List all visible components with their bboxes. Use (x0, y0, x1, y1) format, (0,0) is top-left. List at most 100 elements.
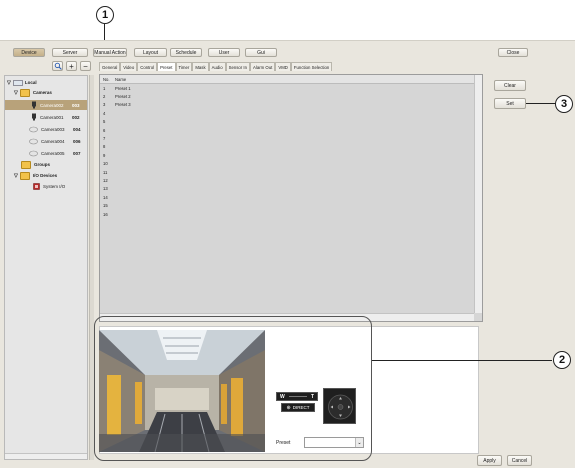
dome-camera-icon (29, 126, 38, 132)
row-number: 14 (103, 194, 108, 200)
preset-name: Preset 3 (115, 102, 131, 108)
device-button[interactable]: Device (13, 48, 45, 57)
tree-horizontal-scrollbar[interactable] (5, 453, 87, 459)
camera-id: 003 (72, 102, 80, 108)
tab-mask[interactable]: Mask (192, 62, 209, 71)
row-number: 10 (103, 161, 108, 167)
server-button[interactable]: Server (52, 48, 88, 57)
row-number: 3 (103, 102, 106, 108)
set-button[interactable]: Set (494, 98, 526, 109)
tab-alarm-out[interactable]: Alarm Out (250, 62, 276, 71)
table-row[interactable]: 9 (100, 151, 115, 159)
tree-item-camera004[interactable]: Camera004 006 (5, 136, 87, 146)
callout-1: 1 (96, 6, 114, 24)
folder-icon (19, 88, 30, 97)
dome-camera-icon (29, 150, 38, 156)
cancel-button[interactable]: Cancel (507, 455, 532, 466)
tab-timer[interactable]: Timer (175, 62, 193, 71)
tree-node-groups[interactable]: Groups (21, 160, 50, 169)
preset-table[interactable]: No. Name 1 Preset 1 2 Preset 2 3 Preset 3 4 5 6 7… (99, 74, 483, 322)
row-number: 1 (103, 85, 106, 91)
schedule-button[interactable]: Schedule (170, 48, 202, 57)
table-row[interactable]: 5 (100, 118, 115, 126)
apply-button[interactable]: Apply (477, 455, 502, 466)
table-row[interactable]: 4 (100, 109, 115, 117)
expand-arrow-icon: ▽ (14, 172, 18, 179)
tree-item-camera001[interactable]: Camera001 002 (5, 112, 87, 122)
row-number: 2 (103, 93, 106, 99)
gui-button[interactable]: Gui (245, 48, 277, 57)
row-number: 16 (103, 211, 108, 217)
row-number: 15 (103, 203, 108, 209)
close-button[interactable]: Close (498, 48, 528, 57)
row-number: 8 (103, 144, 106, 150)
camera-id: 002 (72, 114, 80, 120)
callout-3-line (526, 103, 556, 104)
folder-icon (21, 160, 31, 169)
table-row[interactable]: 3 Preset 3 (100, 101, 131, 109)
row-number: 9 (103, 152, 106, 158)
tree-label-local: Local (24, 80, 37, 85)
camera-icon (32, 101, 36, 109)
device-tree[interactable]: ▽ Local ▽ Cameras Camera002 003 Camera00… (4, 75, 88, 460)
layout-button[interactable]: Layout (134, 48, 167, 57)
table-row[interactable]: 6 (100, 126, 115, 134)
table-row[interactable]: 15 (100, 202, 115, 210)
row-number: 7 (103, 135, 106, 141)
table-vertical-scrollbar[interactable] (474, 75, 482, 313)
table-header: No. Name (100, 75, 474, 84)
tab-audio[interactable]: Audio (208, 62, 226, 71)
table-row[interactable]: 7 (100, 134, 115, 142)
tab-video[interactable]: Video (120, 62, 138, 71)
table-row[interactable]: 13 (100, 185, 115, 193)
preset-name: Preset 1 (115, 85, 131, 91)
table-row[interactable]: 10 (100, 160, 115, 168)
camera-icon (32, 113, 36, 121)
tab-control[interactable]: Control (137, 62, 158, 71)
table-row[interactable]: 1 Preset 1 (100, 84, 131, 92)
tree-item-system-io[interactable]: System I/O (33, 182, 65, 191)
callout-2: 2 (553, 351, 571, 369)
tab-general[interactable]: General (99, 62, 121, 71)
expand-arrow-icon: ▽ (7, 79, 11, 86)
table-row[interactable]: 2 Preset 2 (100, 92, 131, 100)
tree-node-local[interactable]: ▽ Local (7, 78, 37, 87)
tree-label-io-devices: I/O Devices (32, 173, 58, 178)
minus-icon: − (83, 61, 88, 71)
camera-id: 007 (73, 150, 81, 156)
table-row[interactable]: 14 (100, 193, 115, 201)
camera-name: Camera003 (41, 126, 65, 132)
remove-device-button[interactable]: − (80, 61, 91, 71)
camera-name: Camera001 (40, 114, 64, 120)
tree-item-camera005[interactable]: Camera005 007 (5, 148, 87, 158)
tab-sensor-in[interactable]: Sensor In (225, 62, 251, 71)
camera-name: Camera004 (41, 138, 65, 144)
callout-2-frame (94, 316, 372, 461)
add-device-button[interactable]: + (66, 61, 77, 71)
row-number: 4 (103, 110, 106, 116)
tree-item-camera003[interactable]: Camera003 004 (5, 124, 87, 134)
search-device-button[interactable] (52, 61, 63, 71)
clear-button[interactable]: Clear (494, 80, 526, 91)
computer-icon (13, 79, 23, 86)
tab-function-selection[interactable]: Function Selection (290, 62, 333, 71)
dome-camera-icon (29, 138, 38, 144)
row-number: 11 (103, 169, 108, 175)
search-icon (54, 62, 62, 70)
header-name: Name (115, 76, 127, 82)
user-button[interactable]: User (208, 48, 240, 57)
manual-action-button[interactable]: Manual Action (93, 48, 127, 57)
tab-preset[interactable]: Preset (157, 62, 176, 71)
folder-icon (19, 171, 30, 180)
table-row[interactable]: 8 (100, 143, 115, 151)
plus-icon: + (69, 61, 74, 71)
table-row[interactable]: 12 (100, 176, 115, 184)
tree-node-cameras[interactable]: ▽ Cameras (14, 88, 52, 97)
table-row[interactable]: 16 (100, 210, 115, 218)
tab-vmd[interactable]: VMD (275, 62, 291, 71)
row-number: 12 (103, 177, 108, 183)
tree-item-camera002[interactable]: Camera002 003 (5, 100, 87, 110)
tab-bar: General Video Control Preset Timer Mask … (99, 62, 333, 71)
table-row[interactable]: 11 (100, 168, 115, 176)
tree-node-io-devices[interactable]: ▽ I/O Devices (14, 171, 57, 180)
